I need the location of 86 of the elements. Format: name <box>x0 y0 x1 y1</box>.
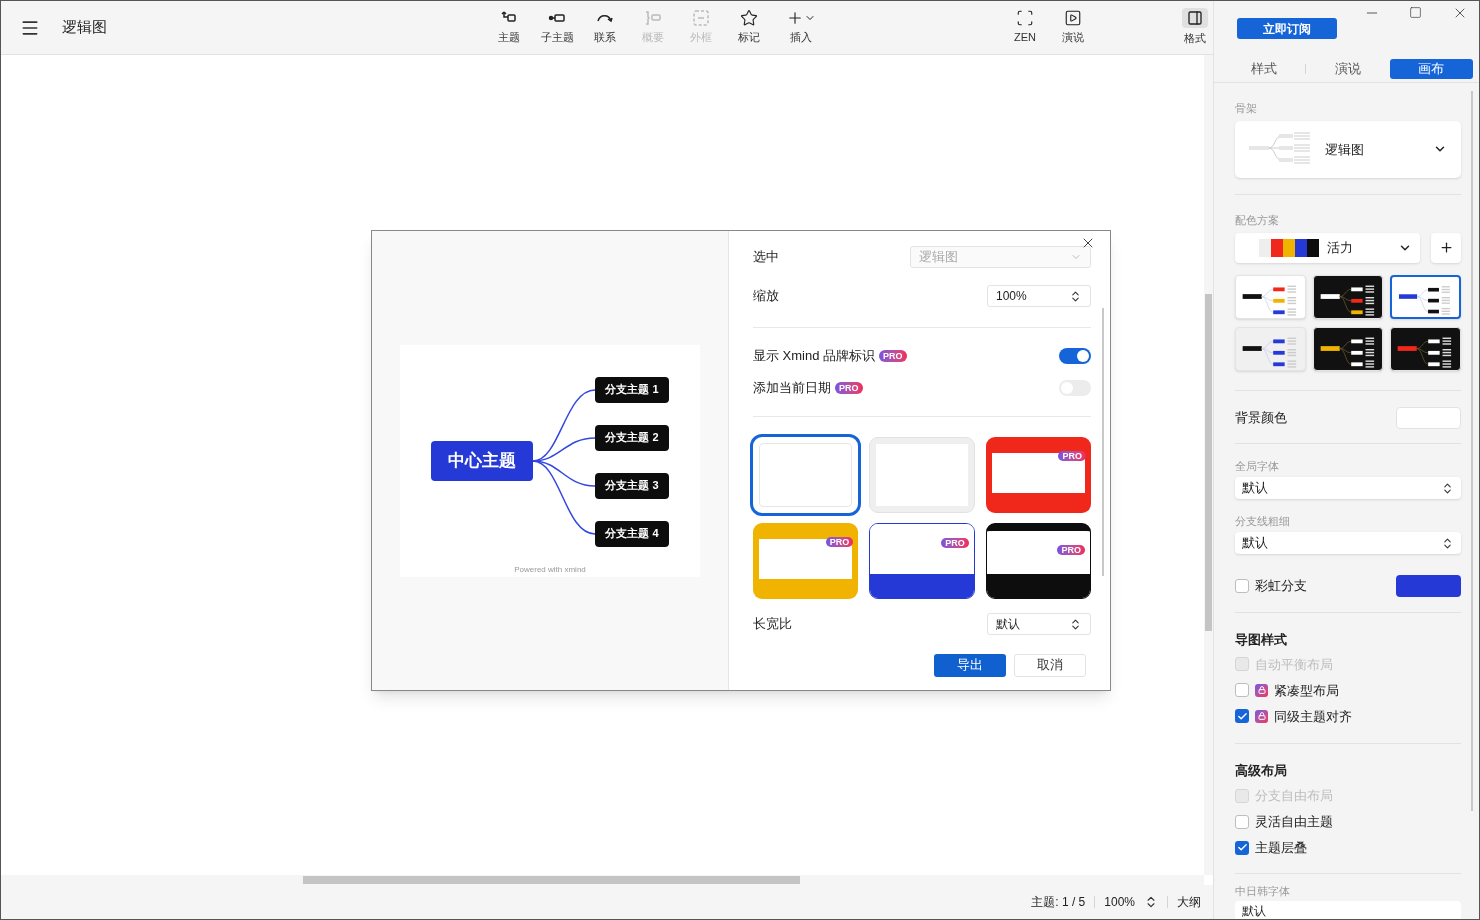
checkbox-label: 主题层叠 <box>1255 839 1307 858</box>
panel-icon <box>1187 10 1203 27</box>
scrollbar-thumb[interactable] <box>1102 308 1104 576</box>
branch-topic: 分支主题 2 <box>595 424 669 451</box>
field-label: 全局字体 <box>1235 458 1280 474</box>
scrollbar-thumb[interactable] <box>303 876 800 884</box>
frame-option[interactable]: PRO <box>753 523 859 599</box>
section-title: 高级布局 <box>1235 762 1288 781</box>
checkbox[interactable] <box>1235 683 1249 698</box>
scrollbar-thumb[interactable] <box>1205 294 1212 631</box>
toolbar-button[interactable]: ZEN <box>1001 1 1049 54</box>
field-label: 分支线粗细 <box>1235 513 1291 529</box>
stepper-icon <box>1441 536 1454 550</box>
checkbox-label: 紧凑型布局 <box>1274 681 1339 700</box>
panel-tab[interactable]: 样式 <box>1222 58 1306 79</box>
checkbox[interactable] <box>1235 709 1249 724</box>
pro-badge: PRO <box>941 538 969 548</box>
branch-color-swatch[interactable] <box>1396 574 1461 597</box>
outline-button[interactable]: 大纲 <box>1177 893 1201 911</box>
logic-chart-icon <box>1249 132 1311 167</box>
toolbar-button[interactable]: 主题 <box>485 1 533 54</box>
checkbox[interactable] <box>1235 814 1249 829</box>
theme-thumbnail[interactable] <box>1390 274 1461 319</box>
setting-label: 背景颜色 <box>1235 409 1287 428</box>
font-select[interactable]: 默认 <box>1235 901 1461 919</box>
play-icon <box>1064 9 1082 28</box>
checkbox-label: 彩虹分支 <box>1255 577 1307 596</box>
line-width-select[interactable]: 默认 <box>1235 532 1461 554</box>
section-title: 导图样式 <box>1235 630 1288 649</box>
pro-badge: PRO <box>825 537 854 547</box>
checkbox[interactable] <box>1235 840 1249 855</box>
subscribe-button[interactable]: 立即订阅 <box>1237 18 1337 39</box>
maximize-icon[interactable] <box>1409 6 1422 19</box>
pro-badge: PRO <box>1058 451 1086 461</box>
toggle-label: 添加当前日期 <box>753 379 831 398</box>
bracket-icon <box>644 9 662 28</box>
pro-badge: PRO <box>835 382 863 394</box>
toolbar-button[interactable]: 联系 <box>581 1 629 54</box>
branch-topic: 分支主题 3 <box>595 472 669 499</box>
toolbar-button[interactable]: 标记 <box>725 1 773 54</box>
checkbox[interactable] <box>1235 578 1249 593</box>
topic-count: 主题: 1 / 5 <box>1031 894 1086 911</box>
dialog-button[interactable]: 导出 <box>934 653 1006 677</box>
checkbox-label: 同级主题对齐 <box>1274 707 1352 726</box>
panel-tab[interactable]: 画布 <box>1389 58 1473 79</box>
font-select[interactable]: 默认 <box>1235 477 1461 499</box>
toolbar-button[interactable]: 演说 <box>1049 1 1097 54</box>
section-label: 配色方案 <box>1235 213 1280 229</box>
toggle-switch[interactable] <box>1059 348 1091 364</box>
footer-text: Powered with xmind <box>513 564 587 575</box>
branch-topic: 分支主题 4 <box>595 520 669 547</box>
toolbar-button[interactable]: 子主题 <box>533 1 581 54</box>
stepper-icon <box>1069 617 1082 631</box>
pro-badge: PRO <box>879 350 907 362</box>
frame-option[interactable]: PRO <box>985 437 1091 513</box>
format-toggle[interactable]: 格式 <box>1177 1 1213 54</box>
branch-topic: 分支主题 1 <box>595 376 669 403</box>
zoom-stepper[interactable]: 100% <box>987 285 1091 307</box>
document-title: 逻辑图 <box>62 17 107 38</box>
frame-option[interactable]: PRO <box>985 523 1091 599</box>
toolbar-button[interactable]: 插入 <box>773 1 829 54</box>
field-label: 中日韩字体 <box>1235 883 1291 899</box>
stepper-icon <box>1441 481 1454 495</box>
plus-icon <box>1438 240 1454 256</box>
aspect-stepper[interactable]: 默认 <box>987 613 1091 635</box>
stepper-icon <box>1069 289 1082 303</box>
color-scheme-dropdown[interactable]: 活力 <box>1235 232 1420 263</box>
dialog-button[interactable]: 取消 <box>1014 653 1086 677</box>
checkbox-label: 灵活自由主题 <box>1255 813 1333 832</box>
section-label: 骨架 <box>1235 101 1258 116</box>
star-icon <box>740 9 758 28</box>
field-label: 长宽比 <box>753 615 792 634</box>
boundary-icon <box>692 9 710 28</box>
scrollbar-thumb[interactable] <box>1470 91 1473 811</box>
zoom-level: 100% <box>1104 894 1135 911</box>
fullscreen-icon <box>1016 9 1034 28</box>
toggle-label: 显示 Xmind 品牌标识 <box>753 347 876 366</box>
frame-option[interactable]: PRO <box>869 523 975 599</box>
central-topic: 中心主题 <box>431 440 533 481</box>
skeleton-dropdown[interactable]: 逻辑图 <box>1235 120 1461 179</box>
background-color-swatch[interactable] <box>1396 406 1461 429</box>
field-label: 选中 <box>753 248 779 267</box>
pro-badge: PRO <box>1057 545 1085 555</box>
panel-tab[interactable]: 演说 <box>1306 58 1390 79</box>
add-button[interactable] <box>1431 232 1461 263</box>
field-label: 缩放 <box>753 287 779 306</box>
